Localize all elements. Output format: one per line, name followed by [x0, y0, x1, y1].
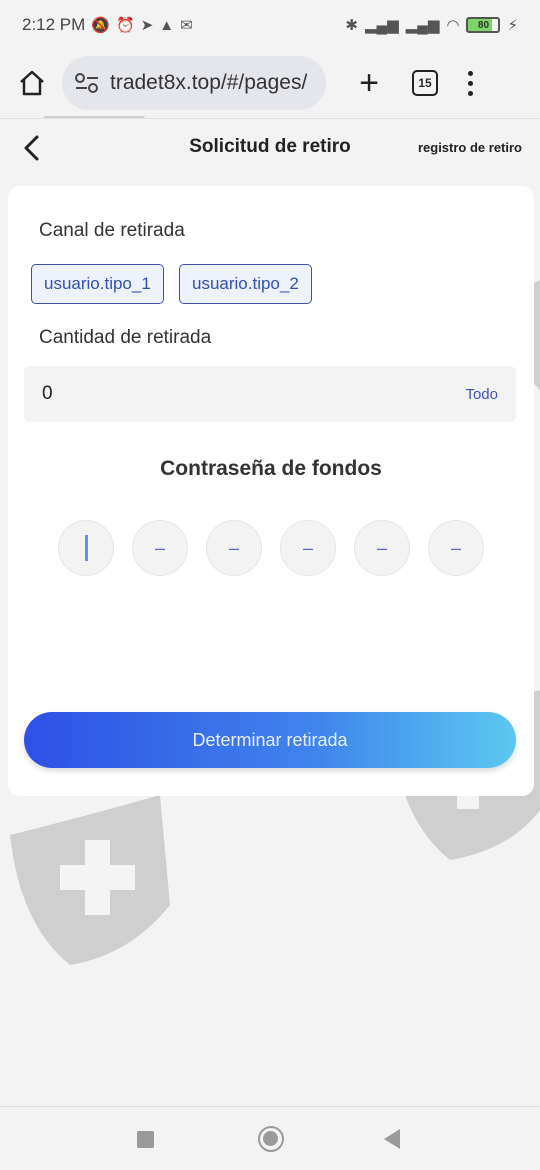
withdrawal-record-link[interactable]: registro de retiro — [418, 140, 522, 155]
telegram-icon: ➤ — [140, 17, 154, 34]
recents-button[interactable] — [137, 1131, 154, 1148]
dot-icon — [468, 70, 473, 76]
plus-icon: + — [359, 64, 379, 102]
site-settings-icon — [75, 73, 98, 93]
alarm-icon: ⏰ — [116, 17, 135, 34]
status-bar: 2:12 PM 🔕 ⏰ ➤ ▲ ✉ ✱ ▂▄▆ ▂▄▆ ◠ 80 ⚡ — [0, 0, 540, 50]
app-icon: ▲ — [159, 16, 175, 34]
home-icon — [20, 70, 44, 96]
signal-icon: ▂▄▆ — [405, 17, 440, 34]
pin-digit-6[interactable]: – — [428, 520, 484, 576]
wifi-icon: ◠ — [446, 17, 460, 34]
pin-digit-4[interactable]: – — [280, 520, 336, 576]
status-time: 2:12 PM — [22, 15, 86, 34]
pin-digit-1[interactable] — [58, 520, 114, 576]
pin-digit-3[interactable]: – — [206, 520, 262, 576]
battery-level: 80 — [477, 19, 490, 31]
address-bar[interactable]: tradet8x.top/#/pages/ — [62, 56, 326, 110]
status-left: 2:12 PM 🔕 ⏰ ➤ ▲ ✉ — [22, 15, 193, 35]
amount-input[interactable] — [42, 383, 422, 405]
withdrawal-form-card: Canal de retirada usuario.tipo_1 usuario… — [8, 186, 534, 796]
pin-placeholder: – — [228, 537, 239, 558]
pin-digit-2[interactable]: – — [132, 520, 188, 576]
new-tab-button[interactable]: + — [354, 66, 384, 100]
amount-field-row: Todo — [24, 366, 516, 422]
fund-password-title: Contraseña de fondos — [160, 457, 382, 480]
all-amount-button[interactable]: Todo — [465, 386, 498, 403]
charging-icon: ⚡ — [507, 17, 518, 34]
text-cursor — [84, 535, 88, 561]
bluetooth-icon: ✱ — [345, 17, 358, 34]
channel-option-1[interactable]: usuario.tipo_1 — [31, 264, 164, 304]
more-menu-button[interactable] — [468, 70, 473, 96]
dot-icon — [468, 90, 473, 96]
tab-switcher-button[interactable]: 15 — [412, 70, 438, 96]
page-header: Solicitud de retiro registro de retiro — [0, 118, 540, 178]
home-nav-button[interactable] — [258, 1126, 284, 1152]
signal-icon: ▂▄▆ — [364, 17, 399, 34]
notification-icon: ✉ — [180, 17, 193, 34]
pin-input-row: – – – – – — [58, 520, 484, 576]
tab-count: 15 — [418, 76, 432, 90]
mute-icon: 🔕 — [91, 17, 110, 34]
browser-toolbar: tradet8x.top/#/pages/ + 15 — [0, 50, 540, 116]
url-text: tradet8x.top/#/pages/ — [110, 71, 308, 94]
pin-digit-5[interactable]: – — [354, 520, 410, 576]
confirm-withdrawal-button[interactable]: Determinar retirada — [24, 712, 516, 768]
home-button[interactable] — [14, 65, 50, 101]
pin-placeholder: – — [376, 537, 387, 558]
shield-watermark-icon — [10, 795, 170, 965]
pin-placeholder: – — [154, 537, 165, 558]
pin-placeholder: – — [450, 537, 461, 558]
battery-icon: 80 — [466, 17, 501, 33]
back-nav-button[interactable] — [384, 1129, 400, 1149]
amount-label: Cantidad de retirada — [39, 327, 212, 348]
status-right: ✱ ▂▄▆ ▂▄▆ ◠ 80 ⚡ — [345, 16, 518, 34]
channel-label: Canal de retirada — [39, 220, 185, 241]
pin-placeholder: – — [302, 537, 313, 558]
channel-option-2[interactable]: usuario.tipo_2 — [179, 264, 312, 304]
dot-icon — [468, 80, 473, 86]
system-nav-bar — [0, 1106, 540, 1170]
